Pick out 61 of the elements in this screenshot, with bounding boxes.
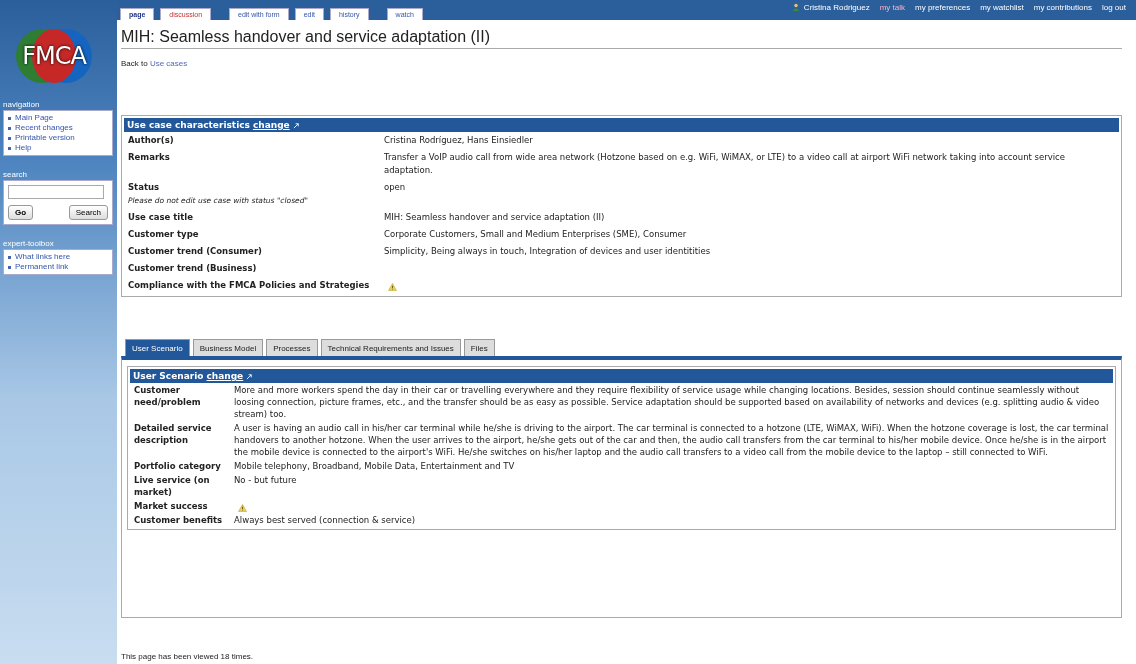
row-label: Live service (on market): [134, 474, 211, 498]
user-link[interactable]: Cristina Rodriguez: [803, 2, 870, 12]
row-label: Customer type: [128, 228, 200, 241]
user-link[interactable]: my preferences: [915, 2, 971, 12]
row-value: More and more workers spend the day in their car or travelling everywhere and they require flexibility of service usage while changing locations. Besides, session should continue seamlessly without loosing connection, picture frames, etc., and the transfer should be as easy as possible. Service adaptation should be supported based on availability of networks and devices (e.g. splitting audio & video stream) too.: [234, 385, 1100, 419]
back-label: Back to: [121, 59, 148, 68]
row-value: Always best served (connection & service): [234, 515, 416, 525]
user-link[interactable]: log out: [1101, 2, 1126, 12]
row-value: Simplicity, Being always in touch, Integration of devices and user identitities: [384, 246, 711, 256]
user-link[interactable]: my talk: [879, 2, 905, 12]
view-count: This page has been viewed 18 times.: [121, 652, 254, 661]
search-button[interactable]: Go: [8, 205, 34, 220]
sidebar-link[interactable]: Help: [15, 143, 32, 153]
search-field[interactable]: [8, 185, 104, 199]
change-link[interactable]: change: [252, 120, 290, 130]
sidebar-link[interactable]: Printable version: [15, 133, 75, 143]
row-value: No - but future: [234, 475, 297, 485]
user-icon: [791, 3, 800, 11]
row-value: MIH: Seamless handover and service adaptation (II): [384, 212, 605, 222]
warning-icon: [388, 283, 397, 291]
section-tab[interactable]: Technical Requirements and Issues: [320, 339, 461, 356]
row-label: Customer trend (Consumer): [128, 245, 263, 258]
portlet-title: navigation: [3, 100, 41, 109]
row-value: open: [384, 182, 406, 192]
section-tab[interactable]: Business Model: [192, 339, 264, 356]
row-value: Mobile telephony, Broadband, Mobile Data, Entertainment and TV: [234, 461, 515, 471]
sidebar-link[interactable]: Permanent link: [15, 262, 69, 272]
user-link[interactable]: my watchlist: [980, 2, 1024, 12]
row-value: Cristina Rodríguez, Hans Einsiedler: [384, 135, 533, 145]
back-link[interactable]: Use cases: [149, 59, 188, 68]
warning-icon: [238, 504, 247, 512]
row-label: Author(s): [128, 134, 175, 147]
table-title: User Scenario: [133, 371, 204, 381]
section-tab[interactable]: User Scenario: [125, 339, 190, 356]
row-value: A user is having an audio call in his/her car terminal while he/she is driving to the airport. The car terminal is connected to a hotzone (LTE, WiMAX, WiFi). When the hotzone coverage is lost, the car terminal handovers to another hotzone. When the user arrives to the airport, he/she gets out of the car and then, the audio call transfers from the car terminal to his/her mobile device. Once he/she is in the airport the mobile device is connected to the airport's WiFi. He/she switches on his/her laptop and the audio call transfers to a video call from the mobile device to the laptop – still connected to WiFi.: [234, 423, 1109, 457]
external-link-icon: [292, 121, 300, 129]
external-link-icon: [246, 372, 254, 380]
row-value: Transfer a VoIP audio call from wide area network (Hotzone based on e.g. WiFi, WiMAX, or LTE) to a video call at airport WiFi network taking into account service adaptation.: [384, 152, 1065, 175]
sidebar-link[interactable]: Recent changes: [15, 123, 73, 133]
row-label: Customer need/problem: [134, 384, 202, 409]
row-label: Use case title: [128, 211, 194, 224]
row-label: Remarks: [128, 151, 171, 164]
row-label: Detailed service description: [134, 422, 213, 447]
row-label: Customer trend (Business): [128, 262, 258, 275]
section-tab[interactable]: Processes: [266, 339, 318, 356]
change-link[interactable]: change: [206, 371, 244, 381]
search-button[interactable]: Search: [68, 205, 108, 220]
row-label: Compliance with the FMCA Policies and Strategies: [128, 279, 371, 292]
row-label: Portfolio category: [134, 460, 222, 472]
table-title: Use case characteristics: [127, 120, 250, 130]
sidebar-link[interactable]: Main Page: [15, 113, 54, 123]
portlet-title: search: [3, 170, 28, 179]
row-label: Market success: [134, 500, 209, 512]
row-label: Customer benefits: [134, 514, 224, 526]
row-label: Status: [128, 181, 161, 194]
page-title: MIH: Seamless handover and service adaptation (II): [121, 28, 1122, 49]
user-link[interactable]: my contributions: [1033, 2, 1092, 12]
section-tab[interactable]: Files: [463, 339, 495, 356]
row-value: Corporate Customers, Small and Medium Enterprises (SME), Consumer: [384, 229, 687, 239]
portlet-title: expert-toolbox: [3, 239, 55, 248]
sidebar-link[interactable]: What links here: [15, 252, 71, 262]
